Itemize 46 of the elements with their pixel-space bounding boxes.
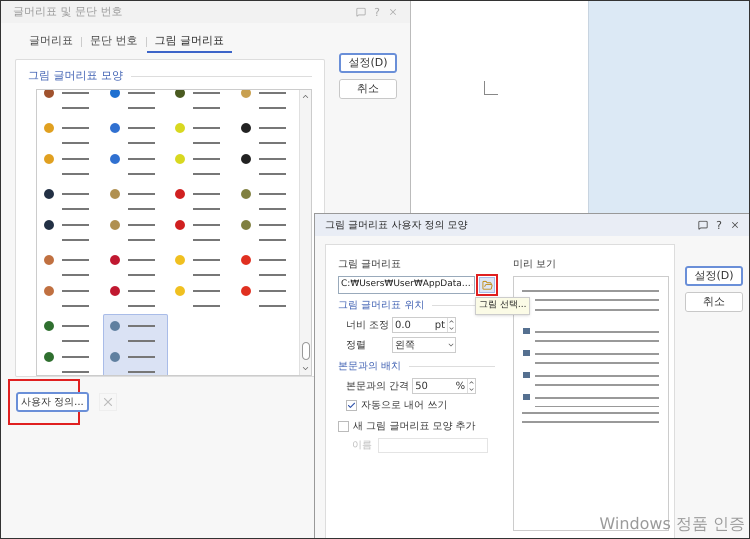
tab[interactable]: 문단 번호 — [82, 31, 146, 53]
dialog-button[interactable]: 취소 — [339, 79, 397, 99]
tooltip: 그림 선택... — [475, 297, 530, 314]
decrement-icon[interactable] — [448, 325, 455, 332]
scroll-thumb[interactable] — [302, 342, 310, 360]
unit-label: % — [456, 380, 466, 394]
text-boundary-mark — [484, 81, 498, 95]
highlight-box — [476, 274, 498, 296]
checkbox[interactable] — [346, 400, 357, 411]
checkbox[interactable] — [338, 421, 349, 432]
scrollbar[interactable] — [299, 90, 311, 374]
group-label: 그림 글머리표 위치 — [338, 299, 424, 313]
dialog-button[interactable]: 설정(D) — [339, 53, 397, 73]
group-label: 그림 글머리표 모양 — [28, 68, 123, 84]
decrement-icon[interactable] — [468, 386, 476, 393]
field-label: 본문과의 간격 — [346, 380, 410, 394]
close-icon[interactable] — [730, 220, 740, 230]
tab[interactable]: 그림 글머리표 — [146, 31, 232, 53]
custom-button[interactable]: 사용자 정의... — [16, 392, 89, 412]
tab[interactable]: 글머리표 — [21, 31, 81, 53]
check-icon — [347, 401, 356, 410]
width-spin-field[interactable]: 0.0 pt — [392, 317, 456, 333]
checkbox-label: 자동으로 내어 쓰기 — [361, 399, 448, 413]
gap-spin-field[interactable]: 50 % — [412, 378, 476, 394]
window-title: 그림 글머리표 사용자 정의 모양 — [325, 218, 468, 232]
align-dropdown[interactable]: 왼쪽 — [392, 337, 456, 353]
comment-icon[interactable] — [698, 220, 708, 230]
select-image-button[interactable] — [479, 277, 495, 293]
dialog-button[interactable]: 설정(D) — [685, 266, 743, 286]
field-label: 그림 글머리표 — [338, 258, 402, 272]
field-label: 너비 조정 — [346, 318, 390, 332]
increment-icon[interactable] — [468, 379, 476, 386]
group-label: 본문과의 배치 — [338, 360, 402, 374]
window-title: 글머리표 및 문단 번호 — [13, 4, 122, 20]
field-label: 이름 — [352, 439, 372, 453]
increment-icon[interactable] — [448, 318, 455, 325]
help-button[interactable]: ? — [716, 220, 722, 230]
dialog-button[interactable]: 취소 — [685, 292, 743, 312]
preview-label: 미리 보기 — [513, 258, 558, 272]
unit-label: pt — [434, 318, 446, 332]
dropdown-caret-icon — [447, 341, 455, 349]
field-label: 정렬 — [346, 338, 367, 352]
path-dropdown[interactable]: C:₩Users₩User₩AppData… — [338, 276, 475, 294]
folder-icon — [482, 280, 492, 290]
checkbox-label: 새 그림 글머리표 모양 추가 — [353, 420, 476, 434]
activation-watermark: Windows 정품 인증 — [599, 513, 745, 535]
